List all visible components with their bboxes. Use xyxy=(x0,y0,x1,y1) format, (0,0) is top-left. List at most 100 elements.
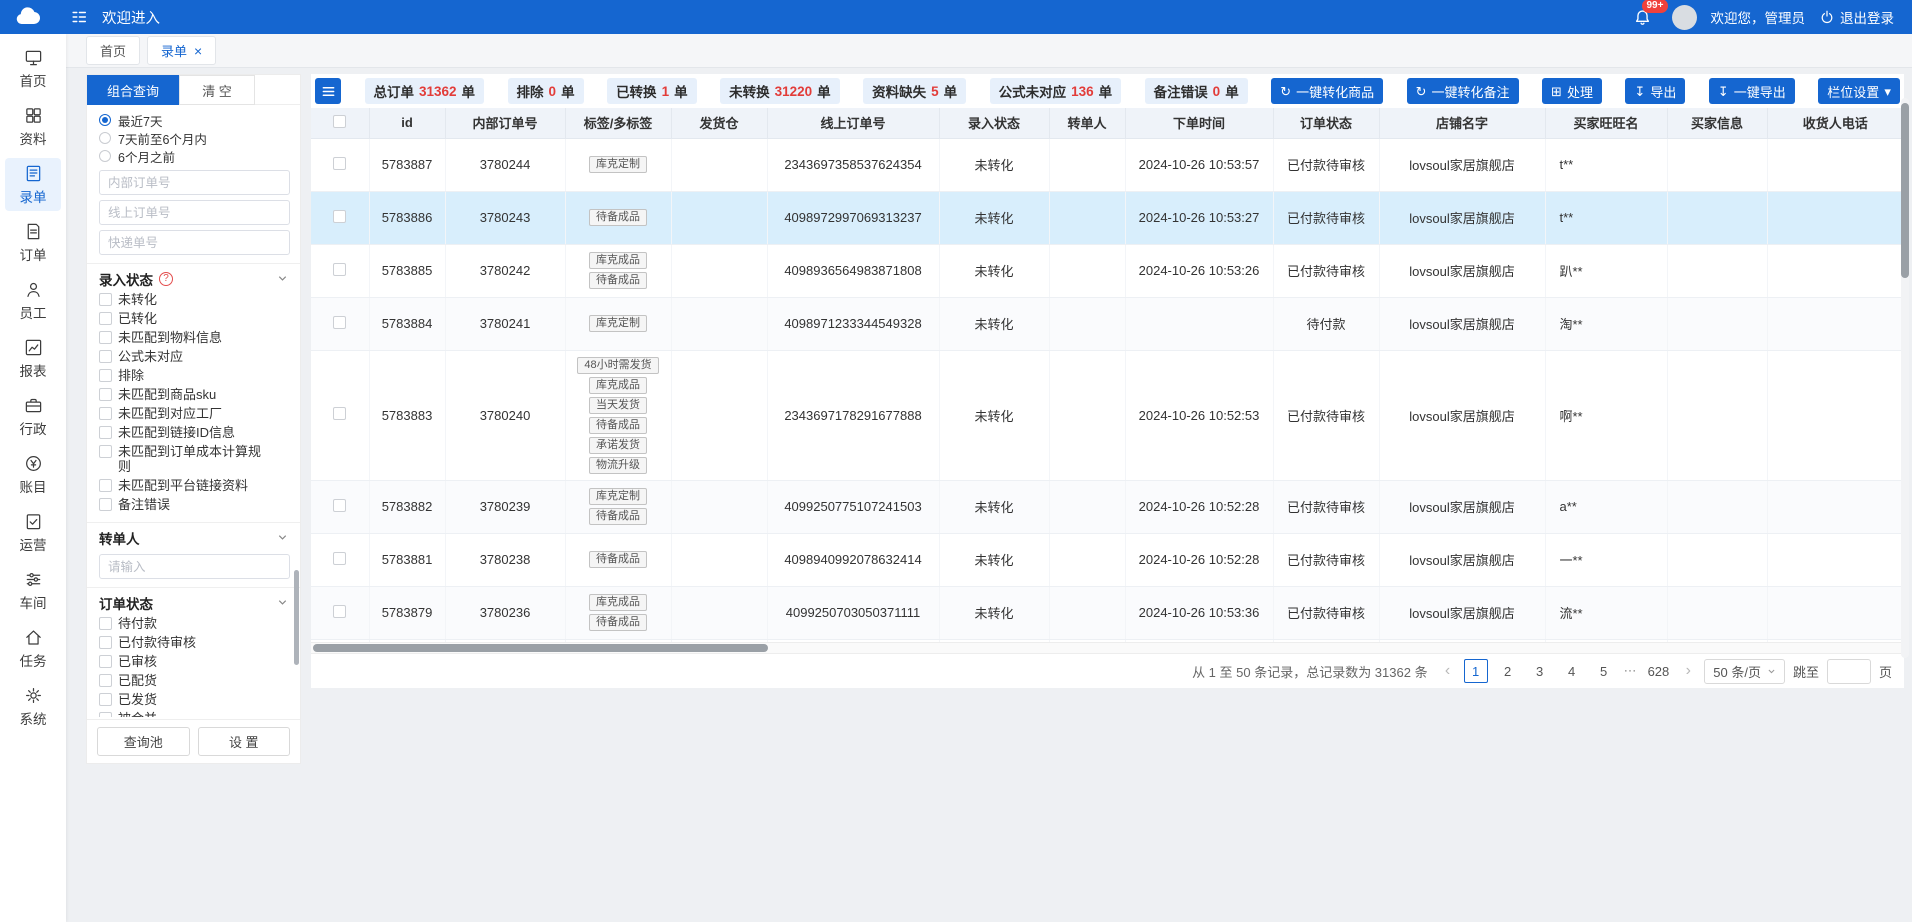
entry-status-option[interactable]: 未匹配到平台链接资料 xyxy=(87,476,300,495)
cell-id: 5783883 xyxy=(369,350,445,480)
express-no-input[interactable] xyxy=(99,230,290,255)
page-button-last[interactable]: 628 xyxy=(1645,659,1673,683)
filter-scrollbar[interactable] xyxy=(294,570,299,665)
vertical-scrollbar-thumb[interactable] xyxy=(1901,103,1909,278)
table-row[interactable]: 57838863780243待备成品4098972997069313237未转化… xyxy=(311,191,1904,244)
logout-button[interactable]: 退出登录 xyxy=(1819,7,1894,27)
query-pool-button[interactable]: 查询池 xyxy=(97,727,190,756)
entry-status-option[interactable]: 已转化 xyxy=(87,309,300,328)
page-button-2[interactable]: 2 xyxy=(1496,659,1520,683)
table-row[interactable]: 5783883378024048小时需发货库克成品当天发货待备成品承诺发货物流升… xyxy=(311,350,1904,480)
entry-status-option[interactable]: 未匹配到链接ID信息 xyxy=(87,423,300,442)
table-row[interactable]: 57838823780239库克定制待备成品409925077510724150… xyxy=(311,480,1904,533)
row-checkbox[interactable] xyxy=(333,605,346,618)
entry-status-option[interactable]: 未匹配到对应工厂 xyxy=(87,404,300,423)
internal-order-no-input[interactable] xyxy=(99,170,290,195)
entry-status-option[interactable]: 未匹配到商品sku xyxy=(87,385,300,404)
horizontal-scrollbar[interactable] xyxy=(311,642,1904,654)
convert-note-button[interactable]: ↻一键转化备注 xyxy=(1407,78,1519,104)
jump-page-input[interactable] xyxy=(1827,659,1871,684)
help-icon[interactable]: ? xyxy=(159,272,173,286)
order-status-option[interactable]: 待付款 xyxy=(87,614,300,633)
order-status-option[interactable]: 已配货 xyxy=(87,671,300,690)
tab-order-entry[interactable]: 录单 × xyxy=(147,36,216,65)
close-icon[interactable]: × xyxy=(194,44,202,58)
sidebar-item-accounts[interactable]: 账目 xyxy=(5,448,61,501)
tab-home[interactable]: 首页 xyxy=(86,36,140,65)
row-checkbox[interactable] xyxy=(333,407,346,420)
row-checkbox[interactable] xyxy=(333,552,346,565)
order-status-option[interactable]: 被合并 xyxy=(87,709,300,717)
order-tag: 库克成品 xyxy=(589,377,647,394)
convert-product-button[interactable]: ↻一键转化商品 xyxy=(1271,78,1383,104)
sidebar-item-data[interactable]: 资料 xyxy=(5,100,61,153)
vertical-scrollbar[interactable] xyxy=(1901,98,1909,658)
row-checkbox[interactable] xyxy=(333,499,346,512)
clear-button[interactable]: 清 空 xyxy=(179,75,255,105)
main-area: 首页 录单 × 组合查询 清 空 最近7天 7天前至6个月内 6个月之前 xyxy=(66,34,1912,922)
next-page-button[interactable]: › xyxy=(1680,662,1696,680)
checkbox-icon xyxy=(99,350,112,363)
chart-icon xyxy=(24,338,43,357)
export-all-button[interactable]: ↧一键导出 xyxy=(1709,78,1795,104)
table-row[interactable]: 57838853780242库克成品待备成品409893656498387180… xyxy=(311,244,1904,297)
transfer-person-header[interactable]: 转单人 xyxy=(87,523,300,549)
select-all-checkbox[interactable] xyxy=(333,115,346,128)
row-checkbox[interactable] xyxy=(333,263,346,276)
page-button-4[interactable]: 4 xyxy=(1560,659,1584,683)
page-button-3[interactable]: 3 xyxy=(1528,659,1552,683)
sidebar-item-entry[interactable]: 录单 xyxy=(5,158,61,211)
cell-order_status: 已付款待审核 xyxy=(1273,138,1379,191)
row-checkbox[interactable] xyxy=(333,210,346,223)
sidebar-item-tasks[interactable]: 任务 xyxy=(5,622,61,675)
sidebar-item-orders[interactable]: 订单 xyxy=(5,216,61,269)
order-status-option[interactable]: 已审核 xyxy=(87,652,300,671)
sidebar-item-admin[interactable]: 行政 xyxy=(5,390,61,443)
checkbox-icon xyxy=(99,498,112,511)
sidebar-item-home[interactable]: 首页 xyxy=(5,42,61,95)
list-view-button[interactable] xyxy=(315,78,341,104)
cell-entry_status: 未转化 xyxy=(939,138,1049,191)
entry-status-header[interactable]: 录入状态 ? xyxy=(87,264,300,290)
sidebar-item-workshop[interactable]: 车间 xyxy=(5,564,61,617)
order-status-header[interactable]: 订单状态 xyxy=(87,588,300,614)
page-size-select[interactable]: 50 条/页 xyxy=(1704,659,1785,684)
table-row[interactable]: 57838843780241库克定制4098971233344549328未转化… xyxy=(311,297,1904,350)
entry-status-option[interactable]: 未匹配到物料信息 xyxy=(87,328,300,347)
entry-status-option[interactable]: 未匹配到订单成本计算规则 xyxy=(87,442,300,476)
table-row[interactable]: 57838813780238待备成品4098940992078632414未转化… xyxy=(311,533,1904,586)
cell-online_no: 4099250775107241503 xyxy=(767,480,939,533)
menu-toggle-icon[interactable] xyxy=(70,8,88,26)
transfer-person-input[interactable] xyxy=(99,554,290,579)
sidebar-item-operations[interactable]: 运营 xyxy=(5,506,61,559)
avatar[interactable] xyxy=(1672,5,1697,30)
page-button-5[interactable]: 5 xyxy=(1592,659,1616,683)
process-button[interactable]: ⊞处理 xyxy=(1542,78,1602,104)
online-order-no-input[interactable] xyxy=(99,200,290,225)
date-radio-last7days[interactable]: 最近7天 xyxy=(87,111,300,129)
sidebar-item-system[interactable]: 系统 xyxy=(5,680,61,733)
sidebar-item-staff[interactable]: 员工 xyxy=(5,274,61,327)
row-checkbox[interactable] xyxy=(333,157,346,170)
notification-bell-icon[interactable]: 99+ xyxy=(1633,8,1652,27)
filter-settings-button[interactable]: 设 置 xyxy=(198,727,291,756)
prev-page-button[interactable]: ‹ xyxy=(1440,662,1456,680)
row-checkbox[interactable] xyxy=(333,316,346,329)
date-radio-before-6m[interactable]: 6个月之前 xyxy=(87,147,300,165)
entry-status-option[interactable]: 备注错误 xyxy=(87,495,300,514)
page-button-1[interactable]: 1 xyxy=(1464,659,1488,683)
process-icon: ⊞ xyxy=(1551,85,1562,98)
table-row[interactable]: 57838793780236库克成品待备成品409925070305037111… xyxy=(311,586,1904,639)
order-status-option[interactable]: 已付款待审核 xyxy=(87,633,300,652)
column-settings-button[interactable]: 栏位设置▾ xyxy=(1818,78,1900,104)
sidebar-item-reports[interactable]: 报表 xyxy=(5,332,61,385)
date-radio-7d-to-6m[interactable]: 7天前至6个月内 xyxy=(87,129,300,147)
order-status-option[interactable]: 已发货 xyxy=(87,690,300,709)
table-row[interactable]: 57838873780244库克定制2343697358537624354未转化… xyxy=(311,138,1904,191)
entry-status-option[interactable]: 公式未对应 xyxy=(87,347,300,366)
combo-query-button[interactable]: 组合查询 xyxy=(87,75,179,105)
entry-status-option[interactable]: 排除 xyxy=(87,366,300,385)
horizontal-scrollbar-thumb[interactable] xyxy=(313,644,768,652)
export-button[interactable]: ↧导出 xyxy=(1625,78,1685,104)
entry-status-option[interactable]: 未转化 xyxy=(87,290,300,309)
